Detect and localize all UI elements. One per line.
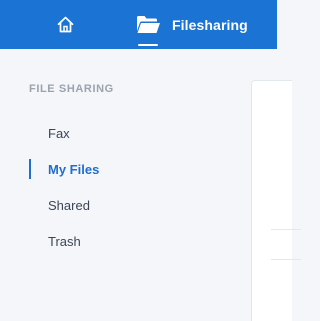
sidebar-item-trash[interactable]: Trash bbox=[0, 229, 251, 255]
home-tab[interactable] bbox=[56, 15, 75, 34]
filesharing-tab-label: Filesharing bbox=[172, 16, 248, 33]
content-divider bbox=[271, 259, 301, 260]
folder-open-icon bbox=[137, 16, 160, 33]
sidebar-item-label: Shared bbox=[48, 198, 90, 213]
top-nav-bar: Filesharing bbox=[0, 0, 277, 49]
content-divider bbox=[271, 229, 301, 230]
sidebar-item-label: Trash bbox=[48, 234, 81, 249]
sidebar: FILE SHARING Fax My Files Shared Trash bbox=[0, 49, 251, 311]
sidebar-item-label: Fax bbox=[48, 126, 70, 141]
sidebar-item-my-files[interactable]: My Files bbox=[0, 157, 251, 183]
sidebar-item-label: My Files bbox=[48, 162, 100, 177]
active-tab-indicator bbox=[138, 44, 158, 46]
content-panel bbox=[251, 80, 301, 321]
sidebar-section-title: FILE SHARING bbox=[29, 83, 114, 95]
active-item-indicator bbox=[29, 159, 31, 179]
sidebar-item-fax[interactable]: Fax bbox=[0, 121, 251, 147]
home-icon bbox=[57, 16, 74, 33]
filesharing-tab[interactable]: Filesharing bbox=[136, 0, 248, 49]
sidebar-item-shared[interactable]: Shared bbox=[0, 193, 251, 219]
